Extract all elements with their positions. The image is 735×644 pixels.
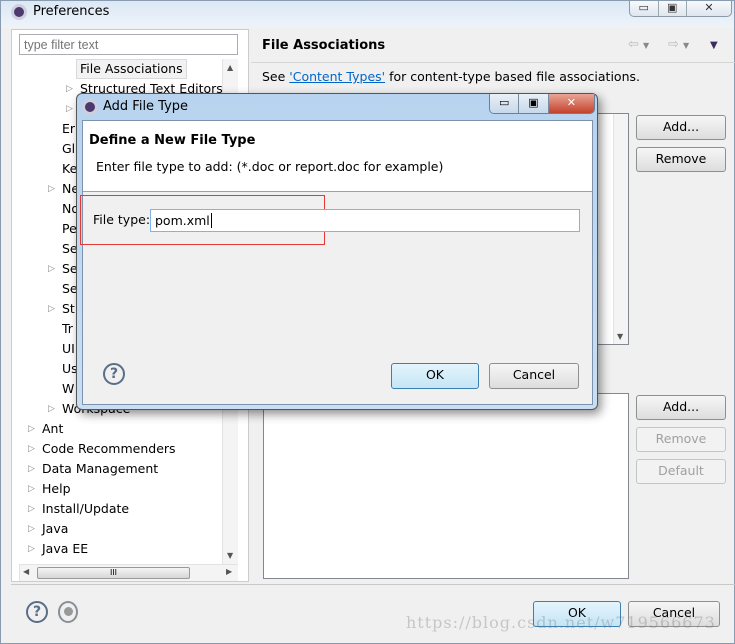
tree-item[interactable]: Data Management <box>42 459 158 479</box>
file-type-input[interactable]: pom.xml <box>150 209 580 232</box>
tree-item[interactable]: Code Recommenders <box>42 439 176 459</box>
tree-item[interactable]: St <box>62 299 75 319</box>
maximize-button[interactable]: ▣ <box>659 1 687 16</box>
dialog-maximize-button[interactable]: ▣ <box>519 94 549 113</box>
tree-item[interactable]: UI <box>62 339 75 359</box>
editors-add-button[interactable]: Add... <box>636 395 726 420</box>
file-types-add-button[interactable]: Add... <box>636 115 726 140</box>
expand-arrow-icon[interactable]: ▷ <box>66 104 73 114</box>
file-types-scrollbar[interactable]: ▼ <box>613 114 628 344</box>
tree-item[interactable]: Ant <box>42 419 63 439</box>
forward-icon[interactable]: ⇨ ▼ <box>668 37 689 52</box>
header-divider <box>251 62 735 63</box>
expand-arrow-icon[interactable]: ▷ <box>28 484 35 494</box>
tree-item[interactable]: File Associations <box>76 59 187 79</box>
tree-item[interactable]: Java EE <box>42 539 88 559</box>
footer-divider <box>11 584 735 585</box>
watermark: https://blog.csdn.net/w719566673 <box>406 613 716 632</box>
dialog-ok-button[interactable]: OK <box>391 363 479 389</box>
tree-item[interactable]: Install/Update <box>42 499 129 519</box>
page-title: File Associations <box>262 38 386 53</box>
expand-arrow-icon[interactable]: ▷ <box>48 264 55 274</box>
editors-remove-button[interactable]: Remove <box>636 427 726 452</box>
file-types-remove-button[interactable]: Remove <box>636 147 726 172</box>
tree-item[interactable]: Pe <box>62 219 77 239</box>
import-export-icon[interactable] <box>58 601 78 623</box>
scroll-down-icon[interactable]: ▼ <box>617 332 623 341</box>
view-menu-icon[interactable]: ▼ <box>710 40 718 51</box>
dialog-window-controls: ▭ ▣ ✕ <box>489 94 595 114</box>
eclipse-icon <box>11 4 27 20</box>
expand-arrow-icon[interactable]: ▷ <box>48 404 55 414</box>
dialog-banner: Define a New File Type Enter file type t… <box>83 121 592 192</box>
expand-arrow-icon[interactable]: ▷ <box>28 544 35 554</box>
filter-input[interactable] <box>19 34 238 55</box>
associated-editors-list[interactable] <box>263 393 629 579</box>
close-button[interactable]: ✕ <box>687 1 731 16</box>
scroll-left-icon[interactable]: ◀ <box>23 567 29 576</box>
expand-arrow-icon[interactable]: ▷ <box>48 184 55 194</box>
window-controls: ▭ ▣ ✕ <box>629 1 732 17</box>
content-types-note: See 'Content Types' for content-type bas… <box>262 69 640 84</box>
dialog-body: Define a New File Type Enter file type t… <box>80 120 593 405</box>
expand-arrow-icon[interactable]: ▷ <box>28 444 35 454</box>
tree-item[interactable]: Ke <box>62 159 77 179</box>
tree-horizontal-scrollbar[interactable]: ◀ III ▶ <box>19 564 238 581</box>
scroll-up-icon[interactable]: ▲ <box>227 63 233 72</box>
expand-arrow-icon[interactable]: ▷ <box>48 304 55 314</box>
scroll-right-icon[interactable]: ▶ <box>226 567 232 576</box>
dialog-title: Add File Type <box>103 99 189 114</box>
expand-arrow-icon[interactable]: ▷ <box>28 524 35 534</box>
dialog-minimize-button[interactable]: ▭ <box>490 94 520 113</box>
expand-arrow-icon[interactable]: ▷ <box>28 464 35 474</box>
dialog-heading: Define a New File Type <box>89 133 256 148</box>
tree-item[interactable]: Help <box>42 479 71 499</box>
dialog-help-icon[interactable]: ? <box>103 363 125 385</box>
help-icon[interactable]: ? <box>26 601 48 623</box>
tree-item[interactable]: W <box>62 379 74 399</box>
tree-item[interactable]: Er <box>62 119 75 139</box>
tree-item[interactable]: Java <box>42 519 68 539</box>
window-title: Preferences <box>33 4 110 19</box>
expand-arrow-icon[interactable]: ▷ <box>28 424 35 434</box>
content-types-link[interactable]: 'Content Types' <box>289 69 385 84</box>
back-icon[interactable]: ⇦ ▼ <box>628 37 649 52</box>
file-type-label: File type: <box>93 212 151 227</box>
expand-arrow-icon[interactable]: ▷ <box>66 84 73 94</box>
tree-item[interactable]: Gl <box>62 139 75 159</box>
scroll-thumb[interactable]: III <box>37 567 190 579</box>
scroll-down-icon[interactable]: ▼ <box>227 551 233 560</box>
eclipse-icon <box>82 99 98 115</box>
expand-arrow-icon[interactable]: ▷ <box>28 504 35 514</box>
editors-default-button[interactable]: Default <box>636 459 726 484</box>
minimize-button[interactable]: ▭ <box>630 1 659 16</box>
dialog-cancel-button[interactable]: Cancel <box>489 363 579 389</box>
add-file-type-dialog: Add File Type ▭ ▣ ✕ Define a New File Ty… <box>76 93 598 410</box>
dialog-close-button[interactable]: ✕ <box>548 94 594 113</box>
dialog-message: Enter file type to add: (*.doc or report… <box>96 159 444 174</box>
text-cursor <box>210 213 212 228</box>
tree-item[interactable]: Tr <box>62 319 73 339</box>
